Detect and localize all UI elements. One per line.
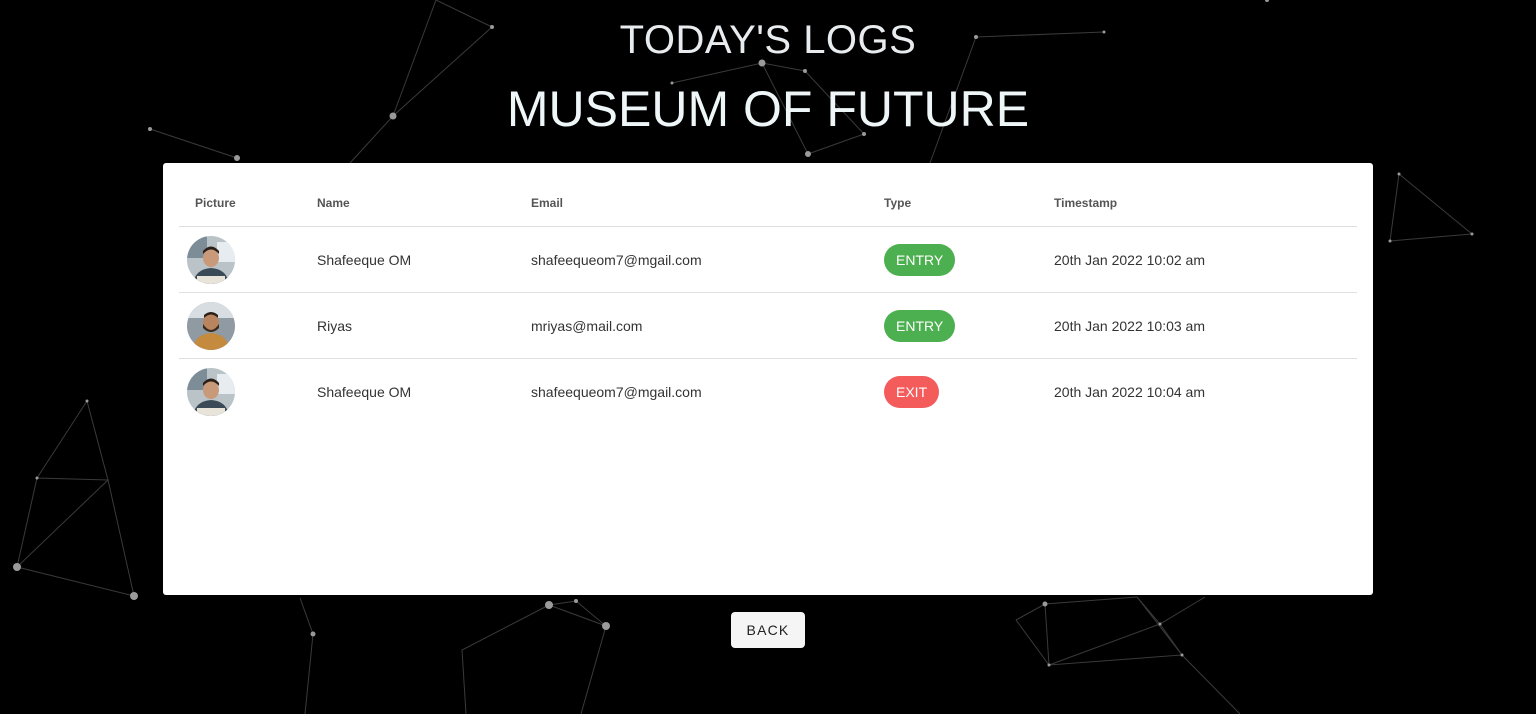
table-row: Shafeeque OM shafeequeom7@mgail.com EXIT…	[179, 359, 1357, 424]
email-cell: mriyas@mail.com	[531, 317, 643, 334]
column-header-picture: Picture	[195, 195, 236, 210]
page-title: MUSEUM OF FUTURE	[506, 81, 1030, 137]
type-cell: ENTRY	[884, 227, 956, 292]
type-cell: ENTRY	[884, 293, 956, 358]
exit-badge: EXIT	[884, 375, 940, 408]
timestamp-cell: 20th Jan 2022 10:02 am	[1054, 251, 1206, 268]
column-header-name: Name	[317, 195, 350, 210]
column-header-timestamp: Timestamp	[1054, 195, 1118, 210]
column-header-email: Email	[531, 195, 564, 210]
picture-cell	[187, 227, 235, 292]
timestamp-cell: 20th Jan 2022 10:04 am	[1054, 383, 1206, 400]
table-row: Shafeeque OM shafeequeom7@mgail.com ENTR…	[179, 227, 1357, 293]
picture-cell	[187, 293, 235, 358]
email-cell: shafeequeom7@mgail.com	[531, 251, 702, 268]
email-cell: shafeequeom7@mgail.com	[531, 383, 702, 400]
picture-cell	[187, 359, 235, 424]
type-cell: EXIT	[884, 359, 940, 424]
logs-card: Picture Name Email Type Timestamp Shafee…	[163, 163, 1373, 595]
avatar	[187, 301, 235, 350]
back-button[interactable]: BACK	[731, 612, 805, 648]
name-cell: Riyas	[317, 317, 353, 334]
logs-table: Picture Name Email Type Timestamp Shafee…	[179, 179, 1357, 424]
table-header-row: Picture Name Email Type Timestamp	[179, 179, 1357, 227]
entry-badge: ENTRY	[884, 243, 956, 276]
column-header-type: Type	[884, 195, 912, 210]
entry-badge: ENTRY	[884, 309, 956, 342]
table-row: Riyas mriyas@mail.com ENTRY 20th Jan 202…	[179, 293, 1357, 359]
avatar	[187, 235, 235, 284]
name-cell: Shafeeque OM	[317, 251, 412, 268]
name-cell: Shafeeque OM	[317, 383, 412, 400]
timestamp-cell: 20th Jan 2022 10:03 am	[1054, 317, 1206, 334]
page-subtitle: TODAY'S LOGS	[619, 18, 917, 62]
avatar	[187, 367, 235, 416]
